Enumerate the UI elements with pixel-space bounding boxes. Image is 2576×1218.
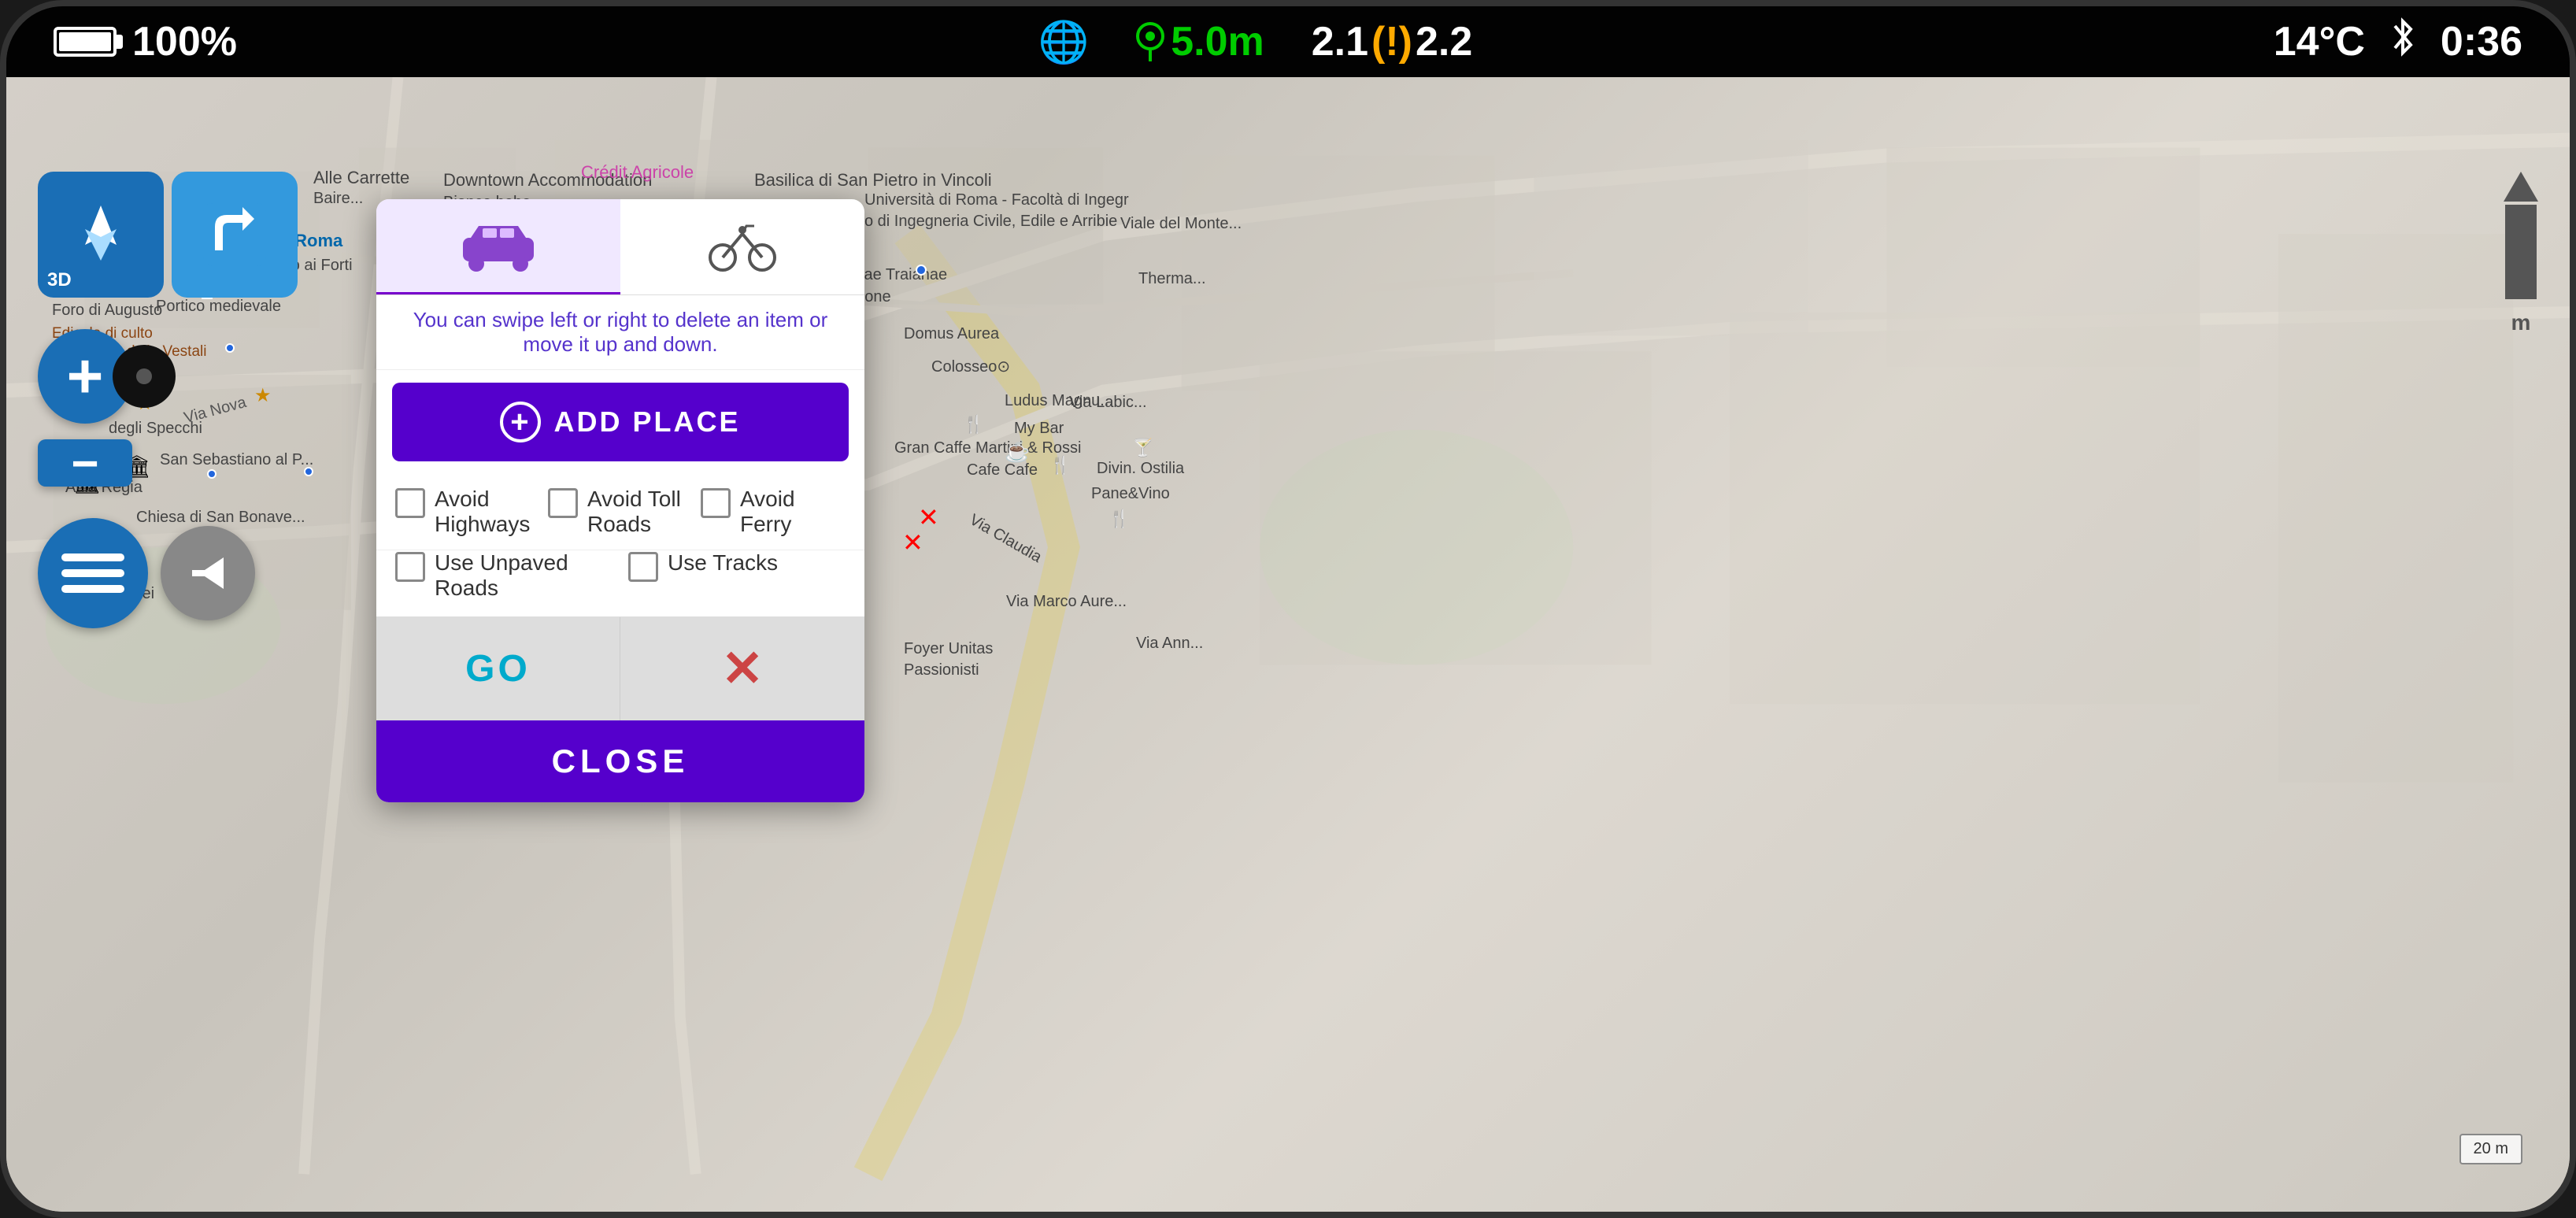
map-label-credit: Crédit Agricole [581, 162, 694, 183]
map-scale: 20 m [2459, 1134, 2522, 1164]
avoid-ferry-checkbox[interactable] [701, 488, 731, 518]
avoid-ferry-option[interactable]: Avoid Ferry [701, 487, 846, 537]
avoid-highways-label: AvoidHighways [435, 487, 530, 537]
speed-warning-icon: (!) [1371, 18, 1412, 65]
avoid-toll-roads-option[interactable]: Avoid TollRoads [548, 487, 693, 537]
avoid-highways-checkbox[interactable] [395, 488, 425, 518]
action-buttons: GO ✕ [376, 616, 864, 720]
tab-car[interactable] [376, 199, 620, 294]
cancel-button[interactable]: ✕ [620, 617, 864, 720]
map-label-domus-aurea: Domus Aurea [904, 325, 999, 343]
compass-button[interactable]: 3D [38, 172, 164, 298]
status-center: 🌐 5.0m 2.1 (!) 2.2 [1038, 18, 1472, 66]
scale-unit-label: m [2511, 310, 2531, 335]
cross-marker-2: ✕ [902, 528, 923, 557]
go-button[interactable]: GO [376, 617, 620, 720]
map-label-my-bar: My Bar [1014, 420, 1064, 438]
temperature-display: 14°C [2274, 18, 2365, 65]
map-label-universita2: o di Ingegneria Civile, Edile e Arribie [864, 213, 1117, 231]
status-bar: 100% 🌐 5.0m 2.1 (!) 2.2 14°C 0:36 [6, 6, 2570, 77]
status-right: 14°C 0:36 [2274, 17, 2522, 68]
avoid-toll-roads-label: Avoid TollRoads [587, 487, 681, 537]
use-tracks-label: Use Tracks [668, 550, 778, 576]
nav-modal: You can swipe left or right to delete an… [376, 199, 864, 802]
map-label-alle-carrette: Alle Carrette [313, 168, 409, 188]
speed-display: 2.1 (!) 2.2 [1312, 18, 1473, 65]
battery-percent: 100% [132, 18, 237, 65]
use-tracks-option[interactable]: Use Tracks [628, 550, 846, 601]
map-label-baire: Baire... [313, 190, 363, 208]
map-label-cafe-cafe: Cafe Cafe [967, 461, 1038, 479]
nav-turn-button[interactable] [172, 172, 298, 298]
add-place-button[interactable]: + ADD PLACE [392, 383, 849, 461]
back-button[interactable] [161, 526, 255, 620]
poi-blue-dot-5 [916, 265, 927, 276]
map-area: Alle Carrette Baire... Downtown Accommod… [6, 77, 2570, 1212]
poi-coffee-1: ☕ [1005, 439, 1030, 464]
use-unpaved-roads-option[interactable]: Use Unpaved Roads [395, 550, 613, 601]
map-label-therma-right: Therma... [1138, 270, 1206, 288]
gps-indicator: 5.0m [1136, 18, 1264, 65]
scale-ruler [2504, 172, 2538, 299]
close-button[interactable]: CLOSE [376, 720, 864, 802]
battery-fill [59, 32, 111, 51]
poi-cutlery-4: 🍴 [1108, 509, 1130, 529]
bluetooth-icon [2389, 17, 2417, 68]
device-frame: 100% 🌐 5.0m 2.1 (!) 2.2 14°C 0:36 [0, 0, 2576, 1218]
options-row-1: AvoidHighways Avoid TollRoads Avoid Ferr… [376, 474, 864, 550]
battery-body [54, 27, 117, 57]
avoid-toll-roads-checkbox[interactable] [548, 488, 578, 518]
map-controls-left: 3D + − [38, 172, 298, 628]
status-left: 100% [54, 18, 237, 65]
compass-3d-label: 3D [47, 269, 72, 291]
use-tracks-checkbox[interactable] [628, 552, 658, 582]
map-label-pane-vino: Pane&Vino [1091, 485, 1170, 503]
tab-bike[interactable] [620, 199, 864, 294]
map-label-divin-ostilia: Divin. Ostilia [1097, 460, 1184, 478]
map-controls-right: m [2504, 172, 2538, 335]
avoid-ferry-label: Avoid Ferry [740, 487, 846, 537]
map-label-basilica: Basilica di San Pietro in Vincoli [754, 170, 992, 191]
poi-cutlery-2: 🍴 [963, 414, 984, 435]
battery-icon [54, 27, 117, 57]
speed-tracking-dot [113, 345, 176, 408]
poi-blue-dot-4 [304, 467, 313, 476]
map-label-via-labic: Via Labic... [1069, 394, 1147, 412]
add-place-icon: + [500, 402, 541, 442]
menu-button[interactable] [38, 518, 148, 628]
poi-cutlery-3: 🍴 [1049, 455, 1071, 476]
use-unpaved-roads-checkbox[interactable] [395, 552, 425, 582]
clock-display: 0:36 [2441, 18, 2522, 65]
map-label-via-marco: Via Marco Aure... [1006, 593, 1127, 611]
swipe-hint: You can swipe left or right to delete an… [376, 295, 864, 370]
poi-cocktail-1: 🍸 [1132, 438, 1153, 458]
use-unpaved-roads-label: Use Unpaved Roads [435, 550, 613, 601]
map-label-universita1: Università di Roma - Facoltà di Ingegr [864, 191, 1129, 209]
map-label-colosseo: Colosseo⊙ [931, 357, 1010, 376]
map-label-foyer: Foyer Unitas [904, 640, 993, 658]
map-label-viale-monte: Viale del Monte... [1120, 215, 1242, 233]
transport-tabs [376, 199, 864, 295]
options-row-2: Use Unpaved Roads Use Tracks [376, 550, 864, 616]
map-label-passionisti: Passionisti [904, 661, 979, 679]
map-label-via-ann: Via Ann... [1136, 635, 1203, 653]
zoom-out-button[interactable]: − [38, 439, 132, 487]
add-place-label: ADD PLACE [553, 405, 740, 439]
globe-icon: 🌐 [1038, 18, 1089, 66]
cancel-icon: ✕ [721, 639, 764, 698]
hamburger-icon [61, 553, 124, 593]
avoid-highways-option[interactable]: AvoidHighways [395, 487, 540, 537]
